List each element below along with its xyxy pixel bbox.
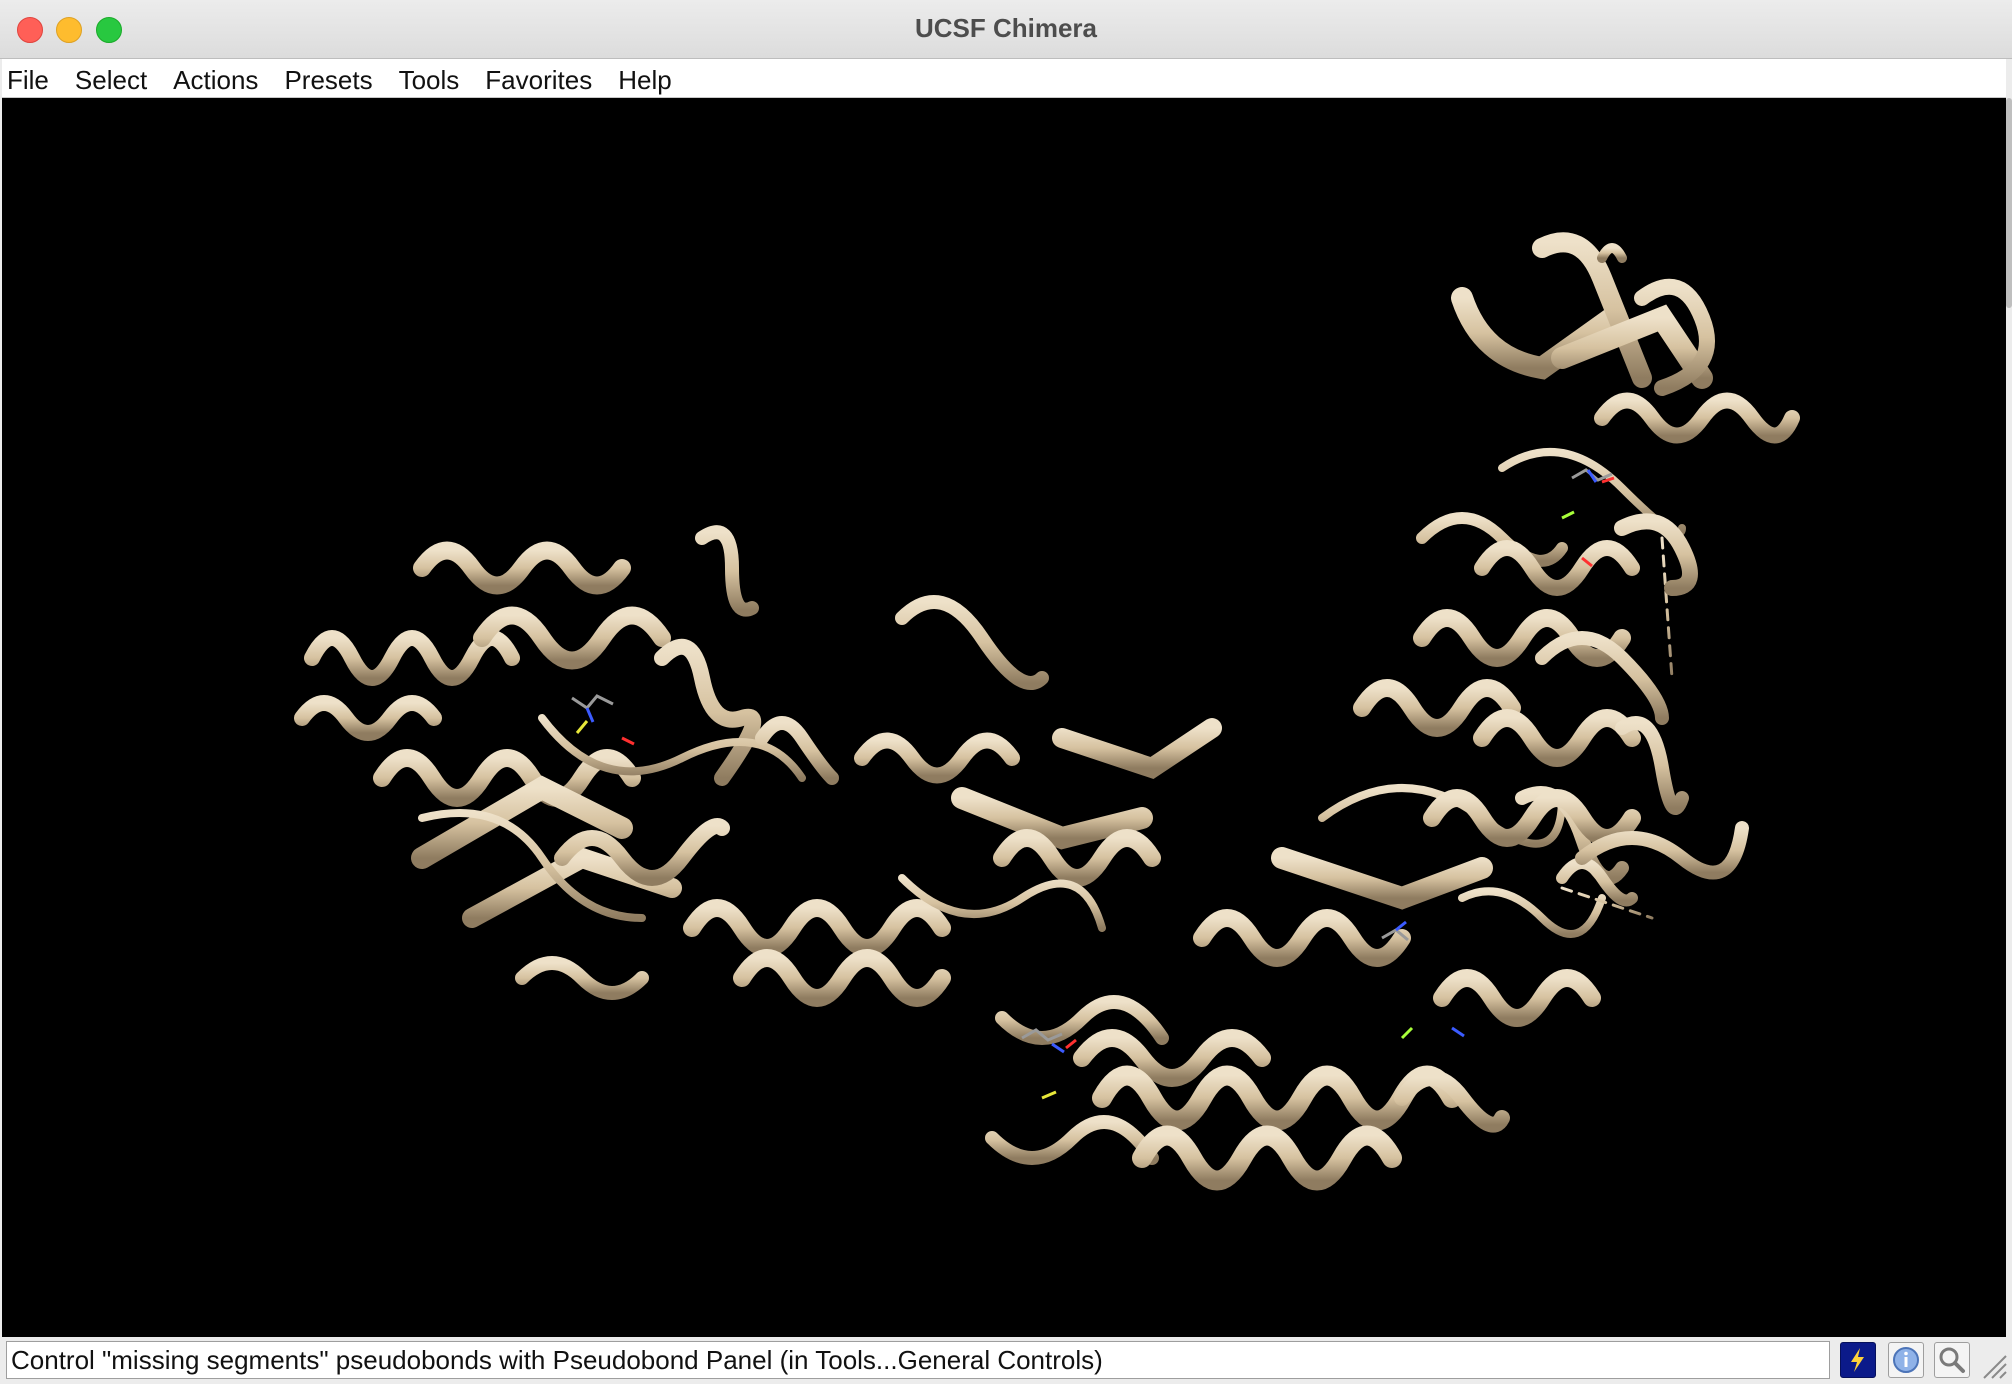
menu-file[interactable]: File [2, 59, 62, 97]
status-message: Control "missing segments" pseudobonds w… [6, 1341, 1830, 1379]
menu-actions[interactable]: Actions [160, 59, 271, 97]
lower-domain-ribbons [1092, 784, 1638, 1191]
menu-tools[interactable]: Tools [386, 59, 473, 97]
menu-favorites[interactable]: Favorites [472, 59, 605, 97]
zoom-button[interactable] [1934, 1342, 1970, 1378]
command-line-button[interactable] [1840, 1342, 1876, 1378]
info-icon [1893, 1347, 1919, 1373]
info-button[interactable] [1888, 1342, 1924, 1378]
menu-bar: File Select Actions Presets Tools Favori… [2, 59, 2006, 98]
molecule-ribbon-render[interactable] [2, 98, 2006, 1337]
chimera-window: UCSF Chimera File Select Actions Presets… [0, 0, 2012, 1384]
magnifier-icon [1939, 1347, 1965, 1373]
resize-grip-icon[interactable] [1980, 1352, 2008, 1380]
viewport-scrollbar[interactable] [2006, 98, 2012, 308]
menu-select[interactable]: Select [62, 59, 160, 97]
graphics-viewport[interactable] [2, 98, 2006, 1337]
window-title: UCSF Chimera [914, 13, 1098, 43]
middle-domain-ribbons [683, 595, 1271, 1165]
status-bar: Control "missing segments" pseudobonds w… [0, 1337, 2012, 1384]
menu-presets[interactable]: Presets [271, 59, 385, 97]
lightning-icon [1851, 1348, 1864, 1372]
title-bar[interactable]: UCSF Chimera [0, 0, 2012, 59]
left-domain-ribbons [294, 525, 839, 1000]
top-right-domain-ribbons [1416, 232, 1800, 596]
menu-help[interactable]: Help [605, 59, 684, 97]
